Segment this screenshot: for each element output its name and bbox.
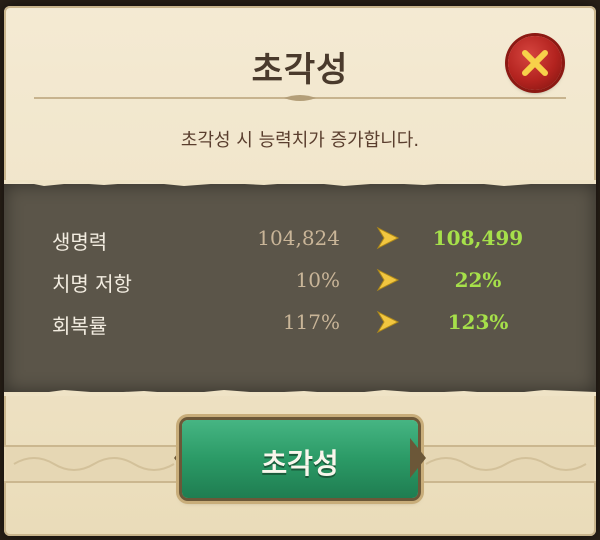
button-right-cap: [410, 438, 426, 478]
stat-label-recovery: 회복률: [52, 314, 108, 338]
stat-label-crit-resist: 치명 저항: [52, 272, 132, 296]
dialog-subtitle: 초각성 시 능력치가 증가합니다.: [180, 130, 420, 151]
close-x-icon: [522, 50, 548, 76]
stat-after-crit-resist: 22%: [454, 268, 502, 292]
stat-row-hp: 생명력 104,824 108,499: [4, 222, 596, 258]
stat-before-hp: 104,824: [257, 226, 340, 250]
arrow-right-icon: [376, 268, 400, 292]
arrow-right-icon: [376, 310, 400, 334]
stat-after-recovery: 123%: [447, 310, 509, 334]
awaken-button-label: 초각성: [261, 447, 339, 480]
close-button[interactable]: [508, 36, 562, 90]
stat-after-hp: 108,499: [432, 226, 524, 250]
stats-panel: 생명력 104,824 108,499 치명 저항 10% 22% 회복률 11…: [4, 180, 596, 396]
title-ornament: [34, 95, 566, 101]
stat-row-recovery: 회복률 117% 123%: [4, 306, 596, 342]
stat-before-recovery: 117%: [282, 310, 340, 334]
panel-edge-top: [4, 180, 596, 186]
panel-edge-bottom: [4, 390, 596, 396]
stat-before-crit-resist: 10%: [295, 268, 340, 292]
arrow-right-icon: [376, 226, 400, 250]
awaken-button[interactable]: 초각성: [182, 420, 418, 498]
stat-row-crit-resist: 치명 저항 10% 22%: [4, 264, 596, 300]
stat-label-hp: 생명력: [52, 230, 108, 254]
